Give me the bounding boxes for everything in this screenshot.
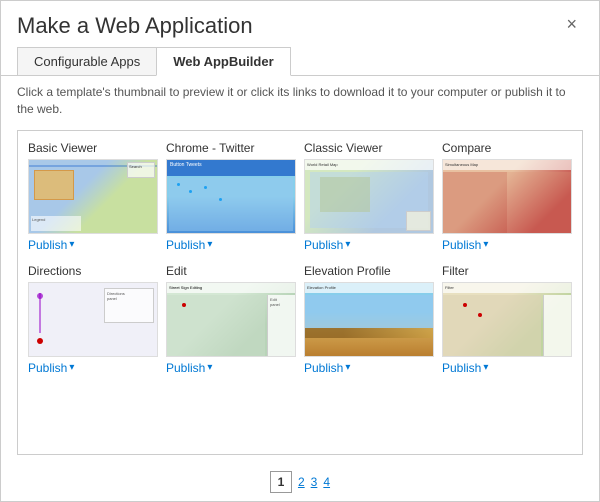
publish-label: Publish [28, 238, 67, 252]
list-item: Compare Simultaneous Map Publish▾ [442, 141, 572, 252]
app-thumbnail[interactable]: Elevation Profile [304, 282, 434, 357]
apps-grid: Basic Viewer Search Legend Publish▾Chrom… [28, 141, 572, 375]
publish-arrow-icon: ▾ [483, 362, 488, 373]
dialog-title: Make a Web Application [17, 13, 253, 39]
app-thumbnail[interactable]: Filter [442, 282, 572, 357]
list-item: Filter Filter Publish▾ [442, 264, 572, 375]
publish-label: Publish [166, 361, 205, 375]
app-name: Basic Viewer [28, 141, 158, 155]
list-item: Basic Viewer Search Legend Publish▾ [28, 141, 158, 252]
publish-link[interactable]: Publish▾ [442, 238, 572, 252]
publish-link[interactable]: Publish▾ [28, 238, 158, 252]
publish-arrow-icon: ▾ [483, 239, 488, 250]
publish-arrow-icon: ▾ [345, 362, 350, 373]
list-item: Edit Street Sign Editing Editpanel Publi… [166, 264, 296, 375]
publish-arrow-icon: ▾ [69, 362, 74, 373]
publish-link[interactable]: Publish▾ [28, 361, 158, 375]
page-current: 1 [270, 471, 292, 493]
dialog: Make a Web Application × Configurable Ap… [0, 0, 600, 502]
description-text: Click a template's thumbnail to preview … [1, 76, 599, 126]
app-thumbnail[interactable]: Search Legend [28, 159, 158, 234]
list-item: Classic Viewer World Retail Map Publish▾ [304, 141, 434, 252]
publish-label: Publish [166, 238, 205, 252]
list-item: Directions Directionspanel Publish▾ [28, 264, 158, 375]
app-thumbnail[interactable]: Street Sign Editing Editpanel [166, 282, 296, 357]
app-name: Directions [28, 264, 158, 278]
app-thumbnail[interactable]: World Retail Map [304, 159, 434, 234]
publish-arrow-icon: ▾ [69, 239, 74, 250]
publish-arrow-icon: ▾ [207, 362, 212, 373]
publish-arrow-icon: ▾ [345, 239, 350, 250]
pagination: 1234 [1, 463, 599, 501]
close-button[interactable]: × [560, 13, 583, 35]
app-thumbnail[interactable]: Simultaneous Map [442, 159, 572, 234]
app-name: Compare [442, 141, 572, 155]
app-name: Edit [166, 264, 296, 278]
publish-link[interactable]: Publish▾ [304, 238, 434, 252]
publish-label: Publish [304, 238, 343, 252]
app-name: Chrome - Twitter [166, 141, 296, 155]
app-thumbnail[interactable]: Button Tweets [166, 159, 296, 234]
app-name: Elevation Profile [304, 264, 434, 278]
dialog-header: Make a Web Application × [1, 1, 599, 47]
publish-label: Publish [28, 361, 67, 375]
publish-label: Publish [304, 361, 343, 375]
publish-label: Publish [442, 361, 481, 375]
tab-web-appbuilder[interactable]: Web AppBuilder [156, 47, 290, 76]
page-link[interactable]: 2 [298, 475, 305, 489]
tab-configurable-apps[interactable]: Configurable Apps [17, 47, 156, 76]
list-item: Elevation Profile Elevation Profile Publ… [304, 264, 434, 375]
publish-label: Publish [442, 238, 481, 252]
apps-grid-container: Basic Viewer Search Legend Publish▾Chrom… [17, 130, 583, 455]
list-item: Chrome - Twitter Button Tweets Publish▾ [166, 141, 296, 252]
publish-link[interactable]: Publish▾ [304, 361, 434, 375]
app-name: Filter [442, 264, 572, 278]
page-link[interactable]: 4 [323, 475, 330, 489]
publish-link[interactable]: Publish▾ [442, 361, 572, 375]
publish-link[interactable]: Publish▾ [166, 361, 296, 375]
app-thumbnail[interactable]: Directionspanel [28, 282, 158, 357]
page-link[interactable]: 3 [311, 475, 318, 489]
publish-arrow-icon: ▾ [207, 239, 212, 250]
app-name: Classic Viewer [304, 141, 434, 155]
publish-link[interactable]: Publish▾ [166, 238, 296, 252]
tab-bar: Configurable Apps Web AppBuilder [1, 47, 599, 76]
